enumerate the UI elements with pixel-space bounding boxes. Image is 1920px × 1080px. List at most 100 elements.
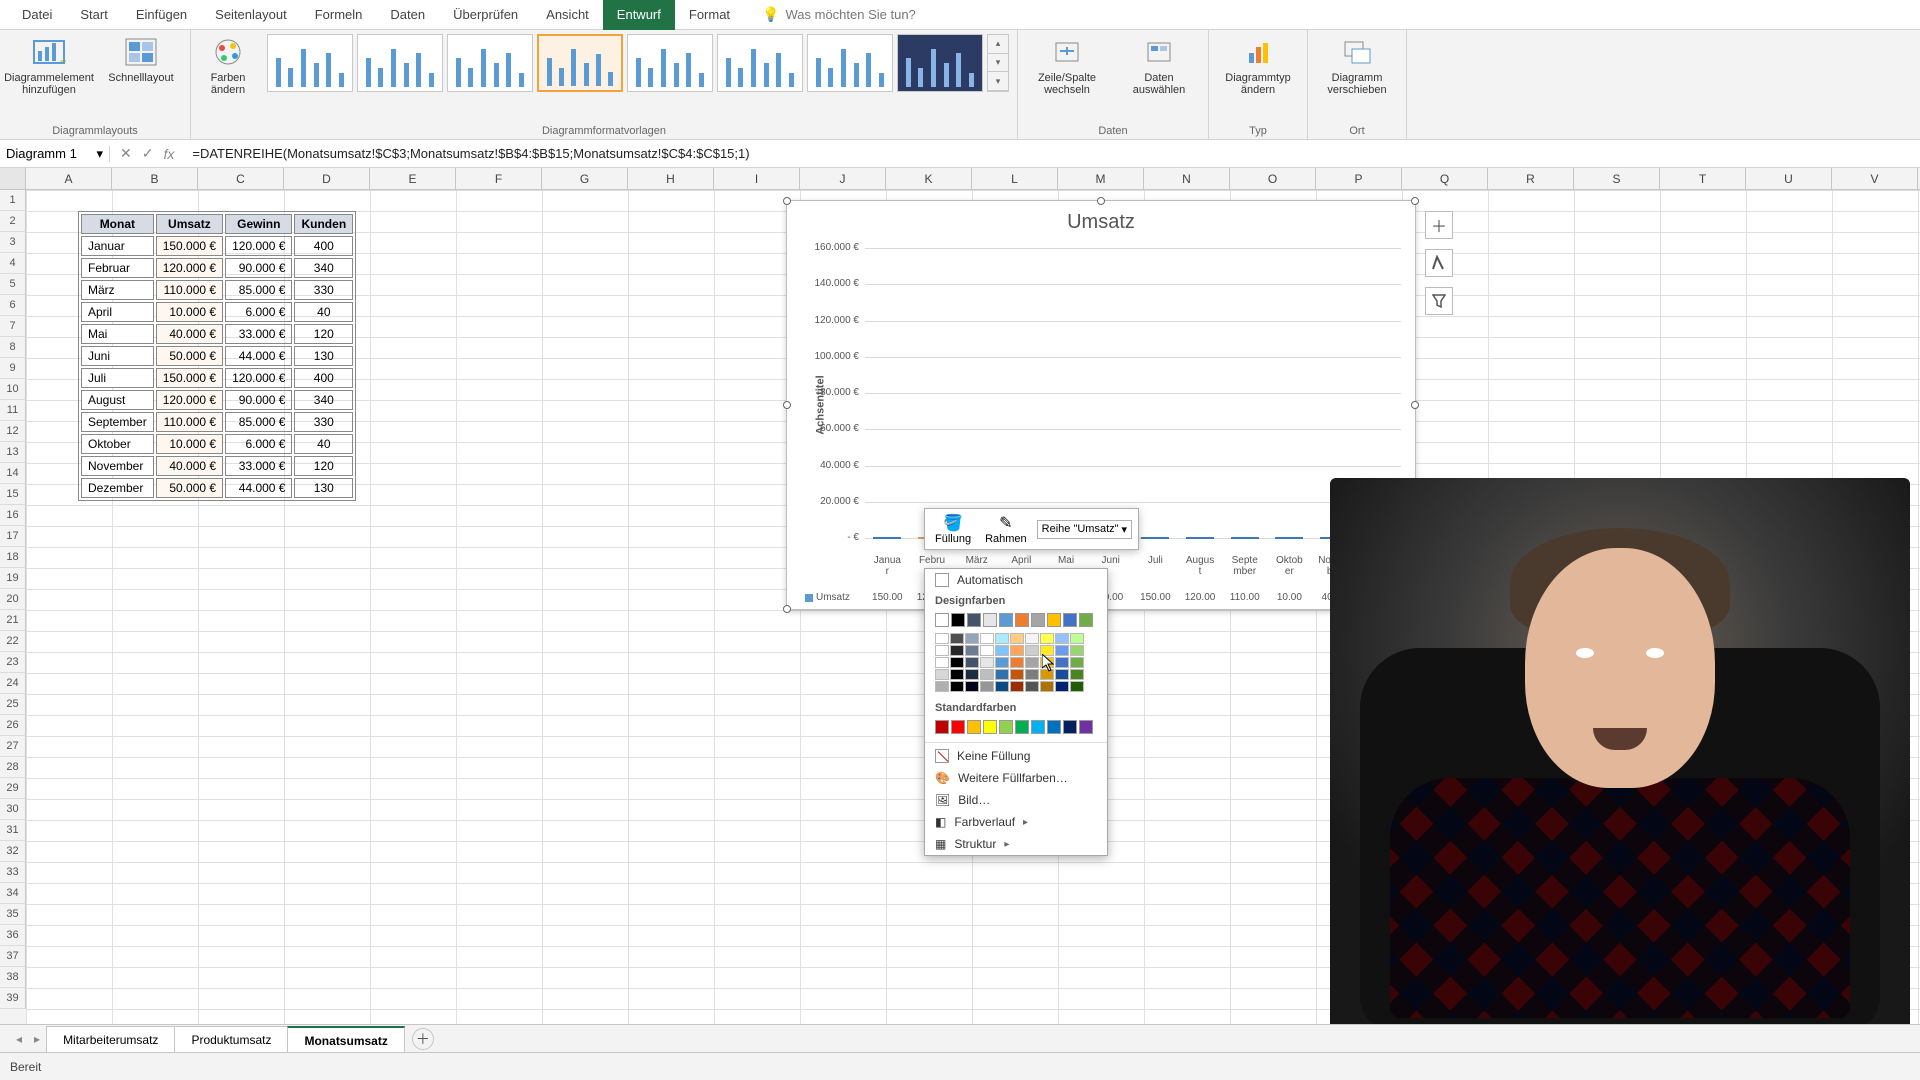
row-header[interactable]: 4 bbox=[0, 253, 26, 274]
color-swatch[interactable] bbox=[1070, 669, 1084, 680]
row-header[interactable]: 29 bbox=[0, 778, 26, 799]
row-header[interactable]: 32 bbox=[0, 841, 26, 862]
color-swatch[interactable] bbox=[980, 669, 994, 680]
color-swatch[interactable] bbox=[965, 633, 979, 644]
data-table[interactable]: MonatUmsatzGewinnKunden Januar150.000 €1… bbox=[78, 211, 356, 501]
sheet-tab-mitarbeiter[interactable]: Mitarbeiterumsatz bbox=[46, 1026, 175, 1052]
chart-plot-area[interactable]: - €20.000 €40.000 €60.000 €80.000 €100.0… bbox=[865, 249, 1401, 539]
color-swatch[interactable] bbox=[1010, 645, 1024, 656]
color-swatch[interactable] bbox=[1025, 681, 1039, 692]
change-chart-type-button[interactable]: Diagrammtyp ändern bbox=[1217, 34, 1299, 96]
row-header[interactable]: 31 bbox=[0, 820, 26, 841]
color-swatch[interactable] bbox=[950, 669, 964, 680]
color-swatch[interactable] bbox=[1063, 613, 1077, 627]
column-header[interactable]: U bbox=[1746, 168, 1832, 189]
column-header[interactable]: T bbox=[1660, 168, 1746, 189]
fx-icon[interactable]: fx bbox=[163, 146, 174, 162]
row-header[interactable]: 9 bbox=[0, 358, 26, 379]
color-swatch[interactable] bbox=[967, 720, 981, 734]
row-header[interactable]: 1 bbox=[0, 190, 26, 211]
cancel-formula-icon[interactable]: ✕ bbox=[120, 145, 132, 162]
color-swatch[interactable] bbox=[935, 613, 949, 627]
column-header[interactable]: J bbox=[800, 168, 886, 189]
chart-filters-button[interactable] bbox=[1425, 287, 1453, 315]
table-row[interactable]: August120.000 €90.000 €340 bbox=[81, 390, 353, 410]
row-header[interactable]: 23 bbox=[0, 652, 26, 673]
column-header[interactable]: V bbox=[1832, 168, 1918, 189]
chart-styles-button[interactable] bbox=[1425, 249, 1453, 277]
row-header[interactable]: 21 bbox=[0, 610, 26, 631]
table-row[interactable]: Februar120.000 €90.000 €340 bbox=[81, 258, 353, 278]
row-header[interactable]: 25 bbox=[0, 694, 26, 715]
row-header[interactable]: 8 bbox=[0, 337, 26, 358]
row-header[interactable]: 6 bbox=[0, 295, 26, 316]
table-row[interactable]: März110.000 €85.000 €330 bbox=[81, 280, 353, 300]
color-swatch[interactable] bbox=[1040, 681, 1054, 692]
chart-style-5[interactable] bbox=[627, 34, 713, 92]
color-swatch[interactable] bbox=[935, 657, 949, 668]
column-header[interactable]: G bbox=[542, 168, 628, 189]
column-header[interactable]: M bbox=[1058, 168, 1144, 189]
color-swatch[interactable] bbox=[995, 669, 1009, 680]
row-header[interactable]: 3 bbox=[0, 232, 26, 253]
color-swatch[interactable] bbox=[1047, 720, 1061, 734]
color-swatch[interactable] bbox=[1055, 633, 1069, 644]
color-swatch[interactable] bbox=[935, 669, 949, 680]
column-header[interactable]: C bbox=[198, 168, 284, 189]
color-swatch[interactable] bbox=[1015, 613, 1029, 627]
color-swatch[interactable] bbox=[999, 613, 1013, 627]
color-swatch[interactable] bbox=[1010, 657, 1024, 668]
chart-style-2[interactable] bbox=[357, 34, 443, 92]
row-header[interactable]: 14 bbox=[0, 463, 26, 484]
color-swatch[interactable] bbox=[1055, 669, 1069, 680]
column-header[interactable]: Q bbox=[1402, 168, 1488, 189]
column-header[interactable]: L bbox=[972, 168, 1058, 189]
color-swatch[interactable] bbox=[1025, 633, 1039, 644]
column-header[interactable]: F bbox=[456, 168, 542, 189]
tab-datei[interactable]: Datei bbox=[8, 0, 66, 30]
column-header[interactable]: B bbox=[112, 168, 198, 189]
sheet-tab-produkt[interactable]: Produktumsatz bbox=[174, 1026, 288, 1052]
tab-entwurf[interactable]: Entwurf bbox=[603, 0, 675, 30]
color-swatch[interactable] bbox=[967, 613, 981, 627]
color-swatch[interactable] bbox=[1047, 613, 1061, 627]
chart-bar[interactable] bbox=[1267, 537, 1312, 539]
color-swatch[interactable] bbox=[1040, 633, 1054, 644]
tab-start[interactable]: Start bbox=[66, 0, 121, 30]
table-row[interactable]: September110.000 €85.000 €330 bbox=[81, 412, 353, 432]
tab-daten[interactable]: Daten bbox=[376, 0, 439, 30]
chart-style-7[interactable] bbox=[807, 34, 893, 92]
color-swatch[interactable] bbox=[995, 633, 1009, 644]
automatic-color-item[interactable]: Automatisch bbox=[925, 569, 1107, 591]
color-swatch[interactable] bbox=[935, 720, 949, 734]
table-header[interactable]: Gewinn bbox=[225, 214, 292, 234]
table-row[interactable]: Juni50.000 €44.000 €130 bbox=[81, 346, 353, 366]
color-swatch[interactable] bbox=[1079, 613, 1093, 627]
select-data-button[interactable]: Daten auswählen bbox=[1118, 34, 1200, 96]
chart-elements-button[interactable]: ＋ bbox=[1425, 211, 1453, 239]
sheet-tab-monats[interactable]: Monatsumsatz bbox=[287, 1026, 404, 1052]
move-chart-button[interactable]: Diagramm verschieben bbox=[1316, 34, 1398, 96]
color-swatch[interactable] bbox=[1025, 669, 1039, 680]
table-header[interactable]: Monat bbox=[81, 214, 154, 234]
sheet-nav-prev[interactable]: ◂ bbox=[10, 1032, 28, 1046]
row-header[interactable]: 12 bbox=[0, 421, 26, 442]
row-header[interactable]: 20 bbox=[0, 589, 26, 610]
column-header[interactable]: S bbox=[1574, 168, 1660, 189]
color-swatch[interactable] bbox=[935, 645, 949, 656]
more-colors-item[interactable]: 🎨Weitere Füllfarben… bbox=[925, 767, 1107, 789]
table-row[interactable]: November40.000 €33.000 €120 bbox=[81, 456, 353, 476]
table-header[interactable]: Kunden bbox=[294, 214, 353, 234]
chart-style-3[interactable] bbox=[447, 34, 533, 92]
column-header[interactable]: K bbox=[886, 168, 972, 189]
switch-row-column-button[interactable]: Zeile/Spalte wechseln bbox=[1026, 34, 1108, 96]
color-swatch[interactable] bbox=[983, 720, 997, 734]
color-swatch[interactable] bbox=[951, 720, 965, 734]
add-sheet-button[interactable]: ＋ bbox=[412, 1028, 434, 1050]
table-row[interactable]: Januar150.000 €120.000 €400 bbox=[81, 236, 353, 256]
color-swatch[interactable] bbox=[1055, 657, 1069, 668]
row-header[interactable]: 35 bbox=[0, 904, 26, 925]
chart-bar[interactable] bbox=[1178, 537, 1223, 539]
row-header[interactable]: 22 bbox=[0, 631, 26, 652]
table-row[interactable]: Juli150.000 €120.000 €400 bbox=[81, 368, 353, 388]
